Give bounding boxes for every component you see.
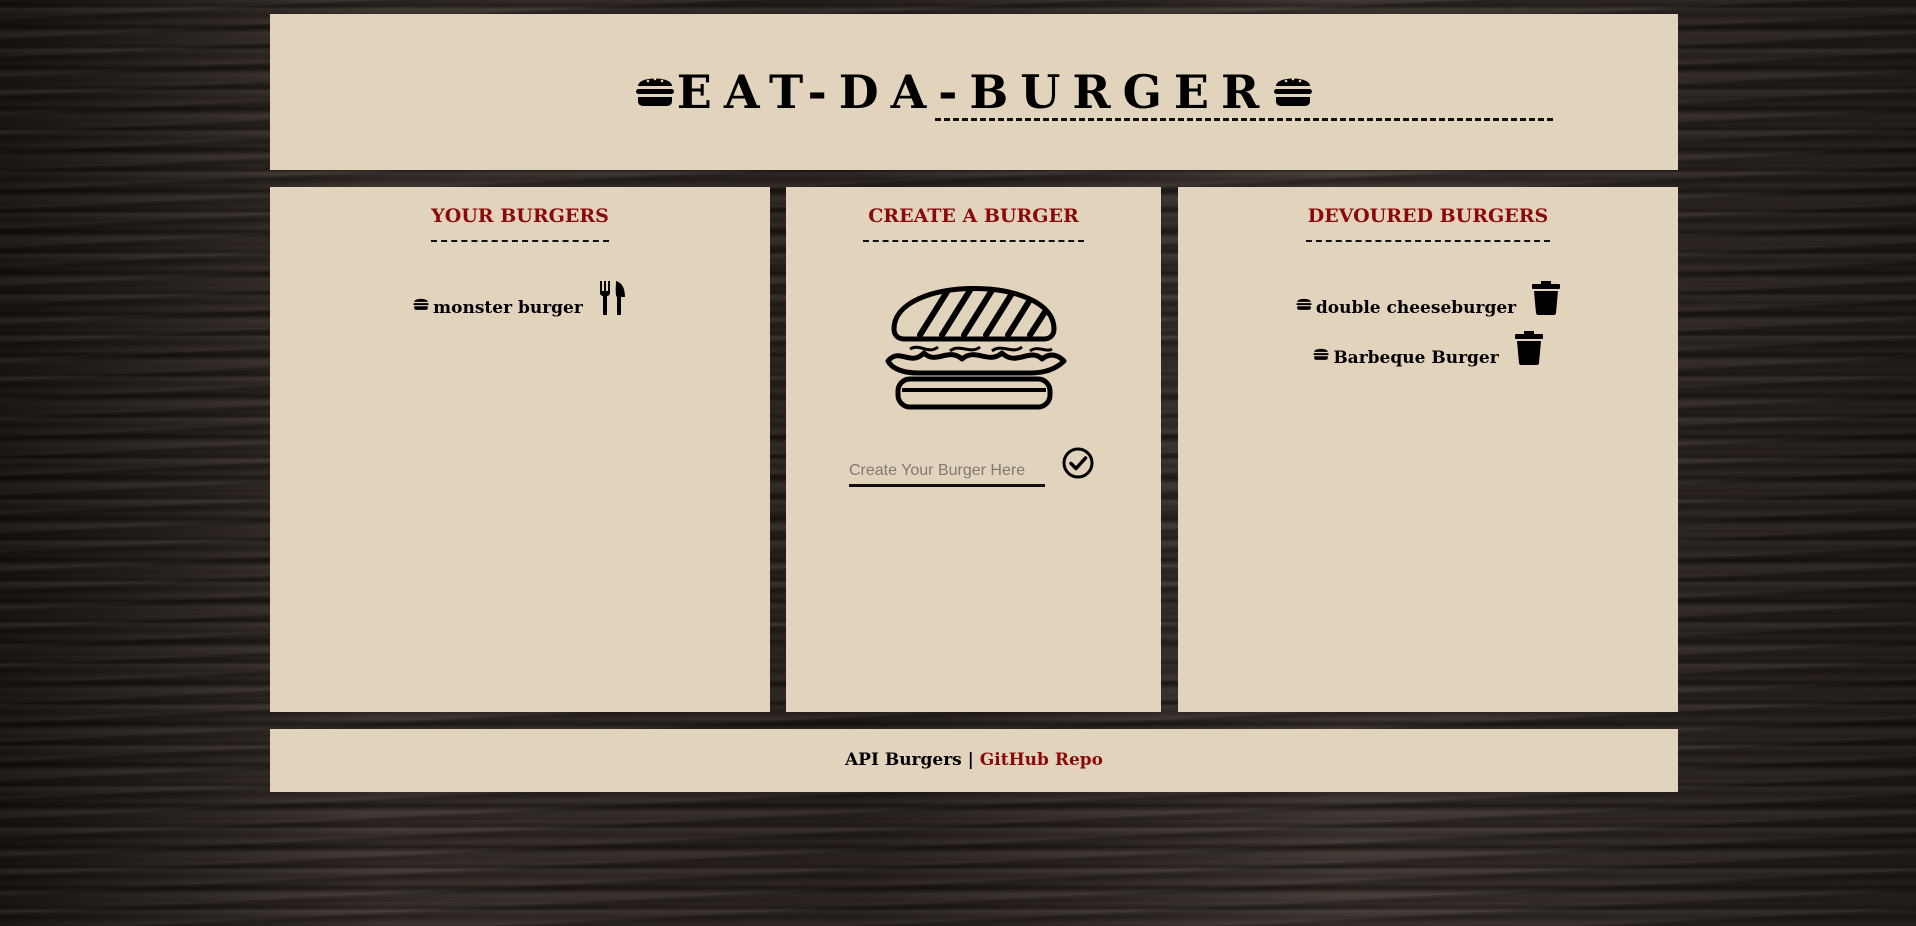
- create-burger-divider: [863, 240, 1084, 244]
- check-circle-icon[interactable]: [1062, 447, 1094, 479]
- trash-icon[interactable]: [1514, 331, 1543, 378]
- site-title: EAT-DA-BURGER: [270, 64, 1678, 124]
- hamburger-icon: [1296, 288, 1312, 324]
- devoured-burgers-panel: DEVOURED BURGERS double cheeseburger Bar: [1178, 187, 1678, 712]
- header-panel: EAT-DA-BURGER: [270, 14, 1678, 170]
- list-item: double cheeseburger: [1178, 281, 1678, 331]
- footer-panel: API Burgers | GitHub Repo: [270, 729, 1678, 792]
- footer-text: API Burgers | GitHub Repo: [270, 746, 1678, 774]
- devoured-burgers-title: DEVOURED BURGERS: [1307, 205, 1549, 227]
- burger-name: double cheeseburger: [1315, 297, 1517, 318]
- list-item: Barbeque Burger: [1178, 331, 1678, 381]
- site-title-text: EAT-DA-BURGER: [676, 65, 1272, 119]
- burger-name: monster burger: [433, 297, 583, 318]
- your-burgers-panel: YOUR BURGERS monster burger: [270, 187, 770, 712]
- header-divider: [935, 118, 1553, 122]
- your-burgers-divider: [431, 240, 609, 244]
- hamburger-icon: [413, 288, 429, 324]
- devoured-burgers-divider: [1306, 240, 1550, 244]
- list-item: monster burger: [270, 281, 770, 331]
- burger-illustration: [880, 277, 1068, 415]
- burger-name: Barbeque Burger: [1333, 347, 1499, 368]
- your-burgers-title: YOUR BURGERS: [431, 205, 609, 227]
- burger-name-input[interactable]: [849, 457, 1045, 487]
- footer-label: API Burgers |: [844, 750, 974, 770]
- hamburger-icon: [1273, 64, 1313, 120]
- trash-icon[interactable]: [1532, 281, 1561, 328]
- hamburger-icon: [635, 64, 675, 120]
- create-burger-title: CREATE A BURGER: [868, 205, 1079, 227]
- utensils-icon[interactable]: [599, 281, 627, 328]
- hamburger-icon: [1313, 338, 1329, 374]
- create-burger-panel: CREATE A BURGER: [786, 187, 1161, 712]
- github-repo-link[interactable]: GitHub Repo: [980, 750, 1103, 770]
